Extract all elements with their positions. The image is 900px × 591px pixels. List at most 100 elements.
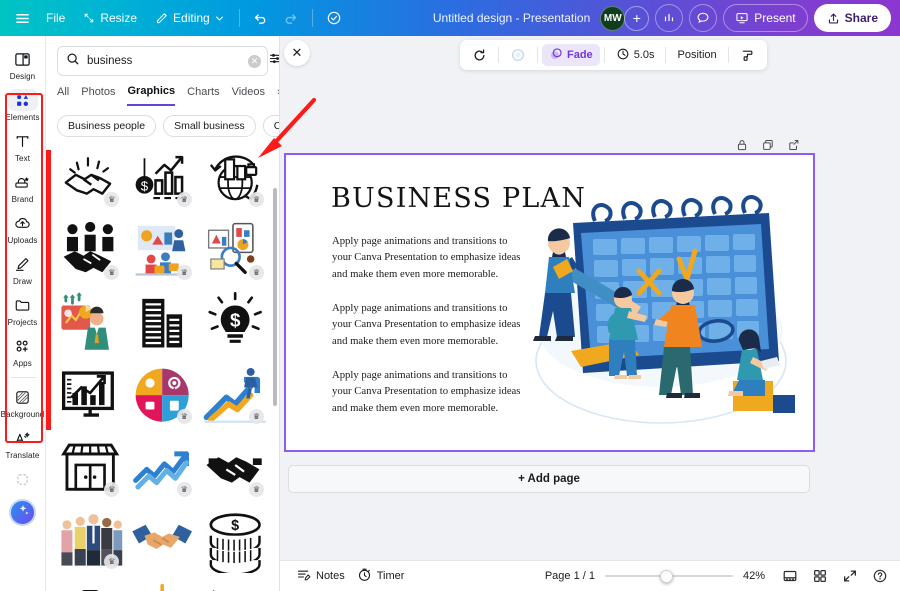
undo-icon[interactable] [247,5,275,31]
elements-shapes-icon [7,89,38,111]
sidebar-item-translate[interactable]: Translate [1,422,45,463]
bar-chart-icon[interactable] [655,4,684,32]
cloud-check-icon[interactable] [320,5,348,31]
effect-fade-button[interactable]: Fade [542,44,600,66]
file-menu-button[interactable]: File [38,5,73,31]
add-collaborator-button[interactable]: + [624,5,650,31]
dollar-growth-bar-chart[interactable]: $ ♛ [129,145,195,211]
close-x-icon[interactable]: ✕ [284,40,310,66]
duration-button[interactable]: 5.0s [609,44,662,66]
help-question-icon[interactable] [870,566,890,586]
monitor-growth-chart[interactable] [57,362,123,428]
sidebar-label-design: Design [9,72,36,81]
sidebar-item-elements[interactable]: Elements [1,84,45,125]
business-team-photo[interactable]: ♛ [57,507,123,573]
search-input[interactable] [87,55,241,67]
resize-button[interactable]: Resize [75,5,145,31]
pro-crown-icon: ♛ [176,264,192,280]
dollar-lightbulb-idea[interactable]: $ [202,290,268,356]
redo-icon[interactable] [277,5,305,31]
sidebar-item-brand[interactable]: Brand [1,166,45,207]
marketing-pie-infographic[interactable]: ♛ [129,362,195,428]
hamburger-icon[interactable] [8,5,36,31]
document-title[interactable]: Untitled design - Presentation [433,11,590,25]
position-button[interactable]: Position [670,44,723,66]
data-analysis-desk-flat[interactable]: ♛ [202,217,268,283]
blue-growth-arrows[interactable]: ♛ [129,434,195,500]
team-handshake-silhouette[interactable]: ♛ [57,217,123,283]
zoom-slider[interactable] [605,569,733,583]
toolbar-divider [238,9,240,27]
pencil-icon [156,12,167,23]
clear-x-icon[interactable]: ✕ [248,54,261,68]
sunrise-growth-icon[interactable] [129,579,195,591]
sidebar-item-more[interactable] [1,463,45,493]
sidebar-label-translate: Translate [5,451,40,460]
sidebar-item-projects[interactable]: Projects [1,289,45,330]
handshake-illustration[interactable] [129,507,195,573]
animate-refresh-icon[interactable] [465,44,494,66]
avatar[interactable]: MW [600,5,626,31]
sidebar-item-background[interactable]: Background [1,381,45,422]
transition-circle-icon[interactable] [503,44,533,66]
sidebar-item-design[interactable]: Design [1,43,45,84]
chip-business-people[interactable]: Business people [57,115,157,137]
tab-all[interactable]: All [57,86,69,105]
slide-paragraph-3[interactable]: Apply page animations and transitions to… [332,367,524,416]
category-tabs: All Photos Graphics Charts Videos › [46,76,279,106]
paint-roller-icon[interactable] [733,44,762,66]
businessman-dashboard-flat[interactable] [57,290,123,356]
search-box[interactable]: ✕ [57,46,279,76]
sidebar-item-text[interactable]: Text [1,125,45,166]
add-page-button[interactable]: + Add page [288,465,810,493]
share-button[interactable]: Share [813,4,891,32]
projects-folder-icon [10,294,36,316]
city-buildings-icon[interactable] [129,290,195,356]
fullscreen-expand-icon[interactable] [840,566,860,586]
pro-crown-icon: ♛ [104,264,120,280]
briefcase-icon[interactable] [57,579,123,591]
translate-icon [10,427,36,449]
tab-charts[interactable]: Charts [187,86,219,105]
tab-photos[interactable]: Photos [81,86,115,105]
coin-stack-dollar[interactable]: $ [202,507,268,574]
handshake-line-art[interactable]: ♛ [57,145,123,211]
pro-crown-icon: ♛ [176,481,192,497]
comment-icon[interactable] [689,4,718,32]
page-thumbnails-icon[interactable] [810,566,830,586]
chip-partial[interactable]: Co [262,115,279,137]
animation-toolbar: Fade 5.0s Position [460,40,767,70]
present-button[interactable]: Present [723,4,808,32]
sidebar-item-apps[interactable]: Apps [1,330,45,371]
panel-scrollbar[interactable] [273,188,277,406]
success-arrow-climb-flat[interactable]: ♛ [202,362,268,428]
tab-videos[interactable]: Videos [232,86,265,105]
filter-sliders-icon[interactable] [268,51,279,71]
business-meeting-flat[interactable]: ♛ [129,217,195,283]
magic-studio-button[interactable] [9,499,36,526]
search-icon [66,52,80,71]
slide-paragraph-1[interactable]: Apply page animations and transitions to… [332,233,524,282]
handshake-bold-icon[interactable]: ♛ [202,434,268,500]
notes-button[interactable]: Notes [290,565,351,587]
sidebar-item-draw[interactable]: Draw [1,248,45,289]
zoom-slider-knob[interactable] [660,569,674,583]
timer-button[interactable]: Timer [351,565,411,587]
sidebar-label-elements: Elements [5,113,40,122]
chip-small-business[interactable]: Small business [163,115,256,137]
global-business-cityscape[interactable]: ♛ [202,145,268,211]
zoom-level-label[interactable]: 42% [743,570,770,582]
calendar-planning-team-illustration[interactable] [511,181,811,431]
money-circulation-icon[interactable]: $ ♛ [202,579,268,591]
editing-mode-button[interactable]: Editing [147,5,232,31]
sidebar-item-uploads[interactable]: Uploads [1,207,45,248]
grid-view-icon[interactable] [780,566,800,586]
filter-chips: Business people Small business Co [46,106,279,137]
notes-label: Notes [316,570,345,582]
bottom-status-bar: Notes Timer Page 1 / 1 42% [280,560,900,591]
slide-paragraph-2[interactable]: Apply page animations and transitions to… [332,300,524,349]
storefront-shop-icon[interactable]: ♛ [57,434,123,500]
tab-graphics[interactable]: Graphics [127,85,176,106]
chevron-down-icon [215,15,223,21]
slide-canvas[interactable]: BUSINESS PLAN Apply page animations and … [284,153,815,452]
